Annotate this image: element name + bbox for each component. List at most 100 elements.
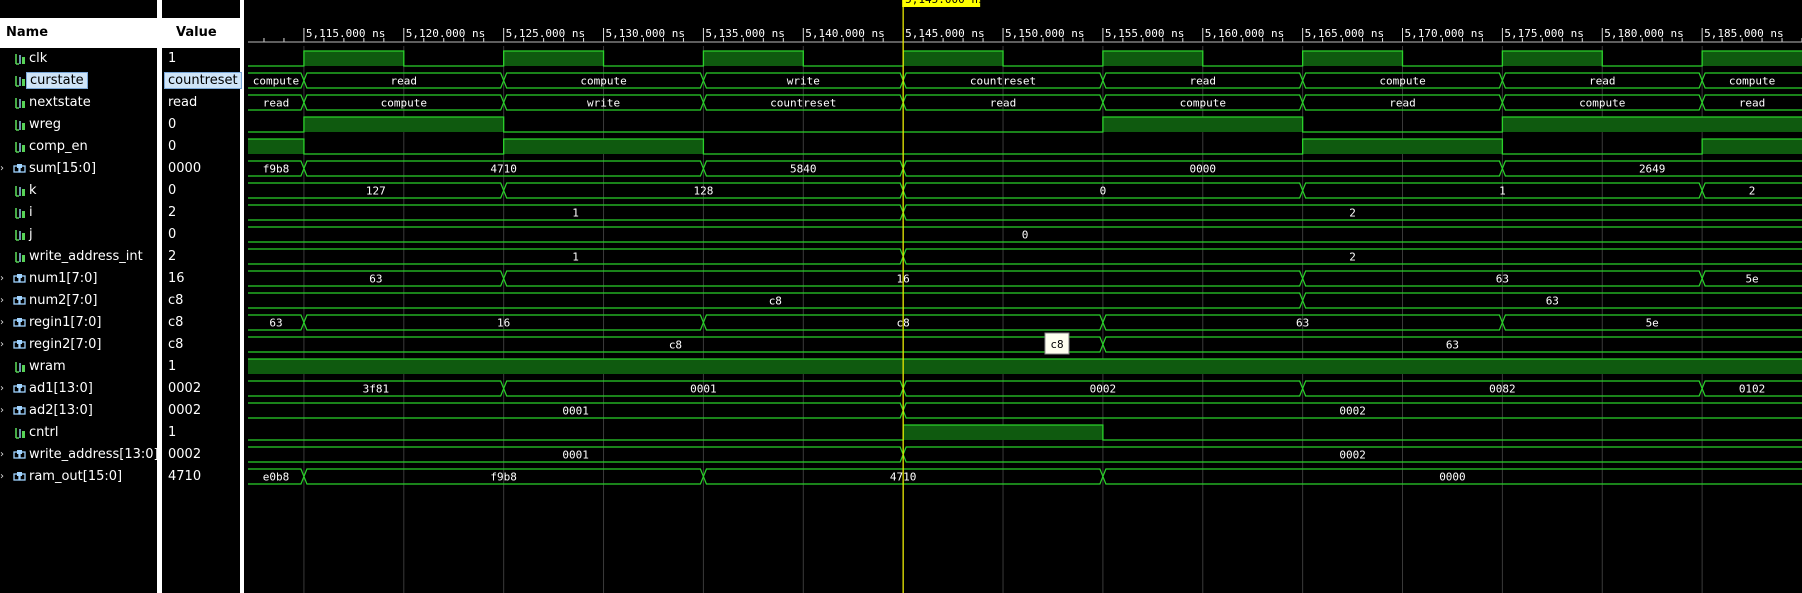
signal-row[interactable]: › num1[7:0] 16 — [0, 268, 240, 290]
signal-name[interactable]: k — [29, 183, 37, 198]
signal-name[interactable]: comp_en — [29, 139, 88, 154]
column-header: Name Value — [0, 0, 244, 48]
signal-value: countreset — [164, 72, 242, 89]
signal-row[interactable]: cntrl 1 — [0, 422, 240, 444]
bus-value-label: compute — [1729, 75, 1775, 88]
high-fill — [248, 139, 1802, 154]
bit-signal-icon — [15, 54, 25, 65]
signal-name[interactable]: write_address_int — [29, 249, 143, 264]
signal-name[interactable]: cntrl — [29, 425, 58, 440]
signal-value: 1 — [168, 359, 177, 374]
signal-row[interactable]: curstate countreset — [0, 70, 242, 92]
value-column-header[interactable]: Value — [162, 18, 240, 48]
signal-row[interactable]: nextstate read — [0, 92, 240, 114]
signal-row[interactable]: › ad1[13:0] 0002 — [0, 378, 240, 400]
high-fill — [903, 425, 1103, 440]
expand-arrow-icon[interactable]: › — [0, 338, 6, 352]
expand-arrow-icon[interactable]: › — [0, 162, 6, 176]
expand-arrow-icon[interactable]: › — [0, 316, 6, 330]
bus-value-label: 1 — [572, 207, 579, 220]
signal-row[interactable]: › ad2[13:0] 0002 — [0, 400, 240, 422]
signal-row[interactable]: write_address_int 2 — [0, 246, 240, 268]
signal-name[interactable]: num2[7:0] — [29, 293, 97, 308]
waveform-canvas[interactable]: 5,115.000 ns 5,120.000 ns 5,125.000 ns 5,13… — [248, 0, 1802, 593]
signal-row[interactable]: k0 — [0, 180, 240, 202]
signal-value: 1 — [168, 51, 177, 66]
bus-value-label: read — [263, 97, 290, 110]
bus-value-label: 0082 — [1489, 383, 1516, 396]
signal-name[interactable]: ad1[13:0] — [29, 381, 93, 396]
expand-arrow-icon[interactable]: › — [0, 294, 6, 308]
time-tick-label: 5,155.000 ns — [1105, 27, 1184, 40]
signal-row[interactable]: comp_en 0 — [0, 136, 240, 158]
signal-value: 0 — [168, 139, 177, 154]
bus-value-label: 0002 — [1339, 449, 1366, 462]
signal-name[interactable]: write_address[13:0] — [29, 447, 159, 462]
time-tick-label: 5,175.000 ns — [1504, 27, 1583, 40]
signal-name[interactable]: ram_out[15:0] — [29, 469, 122, 484]
signal-row[interactable]: i2 — [0, 202, 240, 224]
bus-value-label: 1 — [1499, 185, 1506, 198]
bus-signal-icon — [13, 406, 26, 415]
bit-signal-icon — [15, 186, 25, 197]
signal-value: 1 — [168, 425, 177, 440]
name-column-header[interactable]: Name — [0, 18, 157, 48]
signal-name[interactable]: num1[7:0] — [29, 271, 97, 286]
signal-name[interactable]: curstate — [26, 72, 88, 89]
bus-value-label: 5e — [1745, 273, 1758, 286]
bit-signal-icon — [15, 362, 25, 373]
signal-row[interactable]: wram 1 — [0, 356, 240, 378]
signal-name[interactable]: clk — [29, 51, 47, 66]
signal-name[interactable]: regin2[7:0] — [29, 337, 102, 352]
signal-value: 0002 — [168, 447, 202, 462]
expand-arrow-icon[interactable]: › — [0, 470, 6, 484]
bit-signal-icon — [15, 120, 25, 131]
signal-row[interactable]: clk 1 — [0, 48, 240, 70]
signal-row[interactable]: › write_address[13:0] 0002 — [0, 444, 240, 466]
signal-row[interactable]: › regin2[7:0] c8 — [0, 334, 240, 356]
signal-name[interactable]: ad2[13:0] — [29, 403, 93, 418]
signal-name[interactable]: wram — [29, 359, 66, 374]
expand-arrow-icon[interactable]: › — [0, 382, 6, 396]
signal-name[interactable]: j — [29, 227, 33, 242]
time-tick-label: 5,125.000 ns — [506, 27, 585, 40]
signal-row[interactable]: › num2[7:0] c8 — [0, 290, 240, 312]
signal-name[interactable]: i — [29, 205, 33, 220]
bus-value-label: compute — [253, 75, 299, 88]
bus-value-label: 128 — [693, 185, 713, 198]
bus-value-label: countreset — [770, 97, 836, 110]
signal-value: read — [168, 95, 198, 110]
bus-value-label: 0001 — [562, 405, 589, 418]
bus-signal-icon — [13, 450, 26, 459]
signal-row[interactable]: j0 — [0, 224, 240, 246]
high-fill — [303, 51, 1802, 66]
signal-row[interactable]: › ram_out[15:0] 4710 — [0, 466, 240, 488]
signal-row[interactable]: › regin1[7:0] c8 — [0, 312, 240, 334]
expand-arrow-icon[interactable]: › — [0, 404, 6, 418]
bus-value-label: read — [990, 97, 1017, 110]
signal-value: 2 — [168, 249, 177, 264]
signal-name[interactable]: regin1[7:0] — [29, 315, 102, 330]
signal-value: c8 — [168, 315, 184, 330]
bus-value-label: f9b8 — [263, 163, 290, 176]
high-fill — [248, 359, 1802, 374]
signal-row[interactable]: › sum[15:0] 0000 — [0, 158, 240, 180]
time-tick-label: 5,170.000 ns — [1405, 27, 1484, 40]
bus-value-label: read — [1739, 97, 1766, 110]
signal-name[interactable]: sum[15:0] — [29, 161, 96, 176]
signal-panel: Name Value clk 1 curstate countreset nextsta… — [0, 0, 244, 593]
signal-row[interactable]: wreg 0 — [0, 114, 240, 136]
signal-name[interactable]: nextstate — [29, 95, 91, 110]
bus-signal-icon — [13, 340, 26, 349]
bus-value-label: 3f81 — [363, 383, 390, 396]
bus-value-label: compute — [381, 97, 427, 110]
expand-arrow-icon[interactable]: › — [0, 448, 6, 462]
bus-signal-icon — [13, 274, 26, 283]
bus-value-label: 63 — [1496, 273, 1509, 286]
signal-name[interactable]: wreg — [29, 117, 61, 132]
bus-value-label: 1 — [572, 251, 579, 264]
expand-arrow-icon[interactable]: › — [0, 272, 6, 286]
bus-value-label: 0001 — [562, 449, 589, 462]
bus-value-label: 63 — [1546, 295, 1559, 308]
bus-value-label: write — [787, 75, 820, 88]
